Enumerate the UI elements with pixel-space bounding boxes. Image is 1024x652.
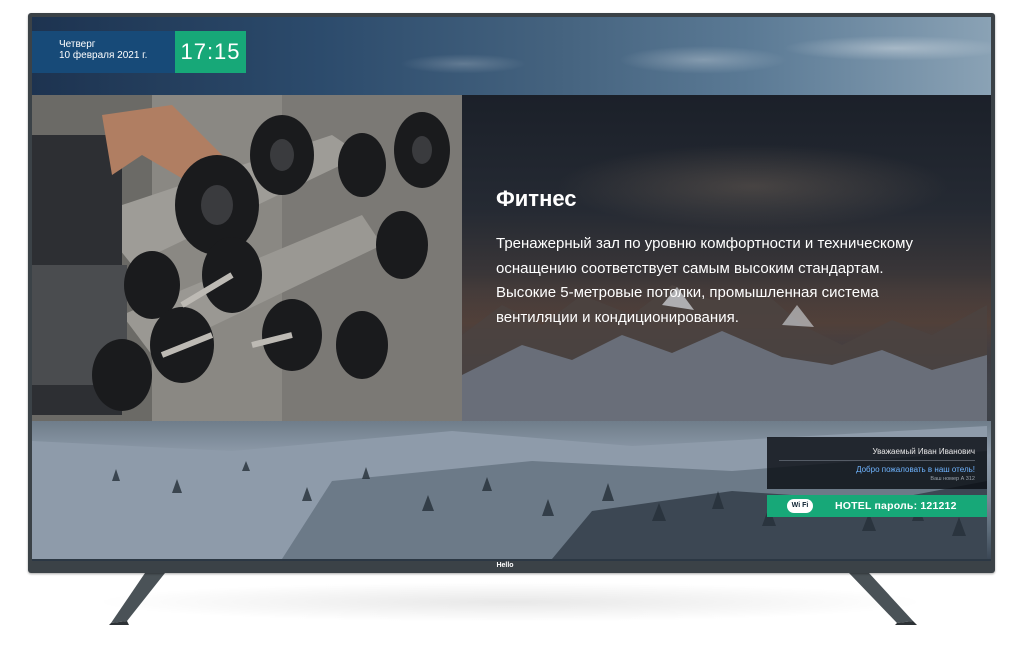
guest-name: Уважаемый Иван Иванович — [872, 447, 975, 456]
guest-welcome-panel: Уважаемый Иван Иванович Добро пожаловать… — [767, 437, 987, 489]
floor-shadow — [90, 582, 930, 622]
tv-frame: Четверг 10 февраля 2021 г. 17:15 Фитнес … — [28, 13, 995, 573]
wifi-icon: Wi Fi — [787, 499, 813, 513]
tv-screen: Четверг 10 февраля 2021 г. 17:15 Фитнес … — [32, 17, 991, 561]
date-display: Четверг 10 февраля 2021 г. — [32, 31, 175, 73]
tv-stand-right — [849, 573, 917, 625]
clock: 17:15 — [175, 31, 246, 73]
dumbbell-rack-photo — [32, 95, 462, 421]
welcome-message: Добро пожаловать в наш отель! — [856, 465, 975, 474]
tv-stand-left — [109, 573, 165, 625]
room-number: Ваш номер А 312 — [930, 476, 975, 482]
divider — [779, 460, 975, 461]
gym-photo — [32, 95, 462, 421]
date-label: 10 февраля 2021 г. — [59, 50, 148, 61]
description-text: Тренажерный зал по уровню комфортности и… — [496, 235, 914, 326]
wifi-password: HOTEL пароль: 121212 — [835, 500, 957, 512]
weekday-label: Четверг — [59, 39, 96, 50]
wifi-info-bar: Wi Fi HOTEL пароль: 121212 — [767, 495, 987, 517]
page-title: Фитнес — [496, 186, 577, 211]
brand-logo: Hello — [496, 562, 514, 569]
